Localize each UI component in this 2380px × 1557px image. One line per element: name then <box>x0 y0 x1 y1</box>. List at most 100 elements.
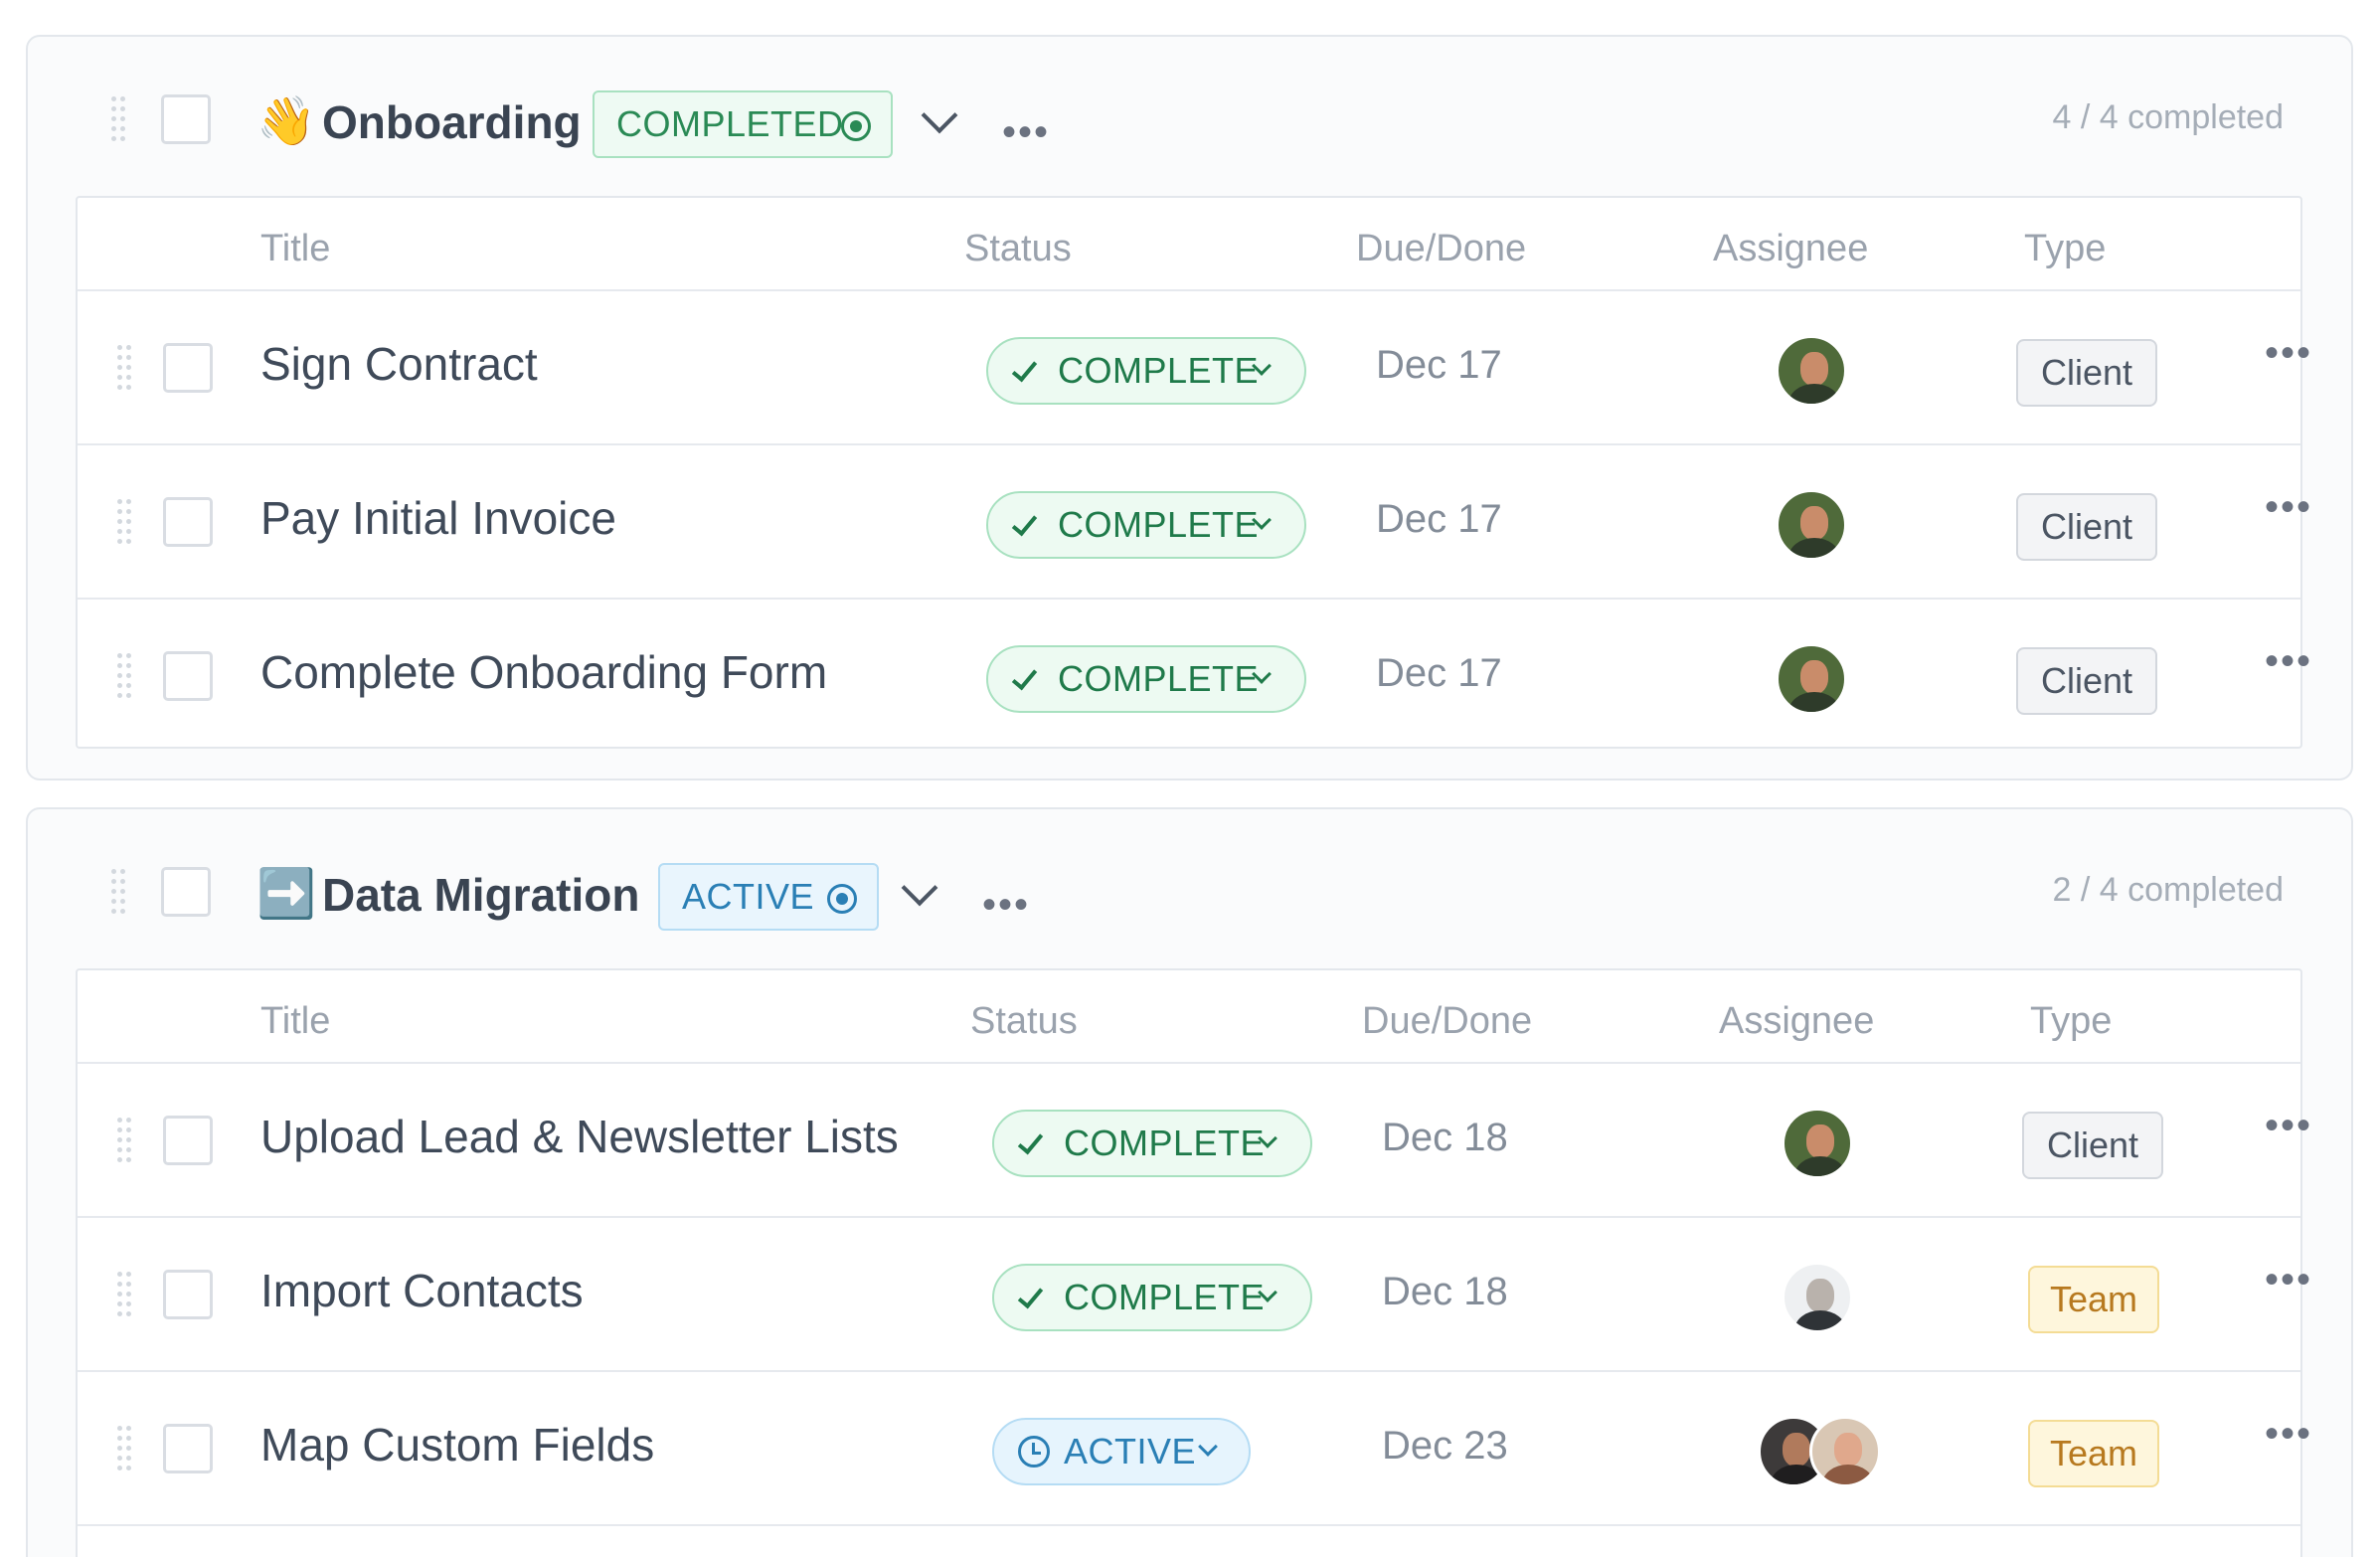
drag-handle-icon[interactable] <box>117 653 137 699</box>
type-badge: Client <box>2016 493 2157 561</box>
column-assignee: Assignee <box>1713 228 1869 269</box>
check-icon <box>1011 509 1038 537</box>
status-label: COMPLETE <box>1064 1277 1266 1317</box>
row-checkbox[interactable] <box>163 497 213 547</box>
radio-dot-icon <box>827 884 857 914</box>
group-more-icon[interactable]: ••• <box>982 885 1030 925</box>
waving-hand-icon: 👋 <box>256 93 316 149</box>
right-arrow-icon: ➡️ <box>256 866 316 922</box>
row-more-icon[interactable]: ••• <box>2265 641 2312 681</box>
row-checkbox[interactable] <box>163 1424 213 1473</box>
assignee-avatar[interactable] <box>1776 643 1847 715</box>
chevron-down-icon <box>1198 1437 1218 1457</box>
task-title[interactable]: Upload Lead & Newsletter Lists <box>260 1110 899 1163</box>
row-more-icon[interactable]: ••• <box>2265 1106 2312 1145</box>
table-row[interactable]: Upload Lead & Newsletter Lists COMPLETE … <box>78 1064 2310 1218</box>
drag-handle-icon[interactable] <box>111 869 131 915</box>
due-date: Dec 18 <box>1382 1116 1508 1159</box>
task-title[interactable]: Complete Onboarding Form <box>260 645 827 699</box>
drag-handle-icon[interactable] <box>117 1118 137 1163</box>
column-title: Title <box>260 1000 331 1042</box>
column-type: Type <box>2030 1000 2113 1042</box>
status-label: COMPLETE <box>1058 504 1260 545</box>
check-icon <box>1017 1282 1044 1309</box>
row-more-icon[interactable]: ••• <box>2265 487 2312 527</box>
column-type: Type <box>2024 228 2107 269</box>
status-dropdown[interactable]: COMPLETE <box>992 1110 1312 1177</box>
drag-handle-icon[interactable] <box>111 96 131 142</box>
status-dropdown[interactable]: COMPLETE <box>986 645 1306 713</box>
row-checkbox[interactable] <box>163 1270 213 1319</box>
due-date: Dec 18 <box>1382 1270 1508 1313</box>
task-title[interactable]: Sign Contract <box>260 337 538 391</box>
table-row[interactable]: Pay Initial Invoice COMPLETE Dec 17 Clie… <box>78 445 2310 600</box>
due-date: Dec 17 <box>1376 497 1502 541</box>
task-title[interactable]: Map Custom Fields <box>260 1418 654 1471</box>
assignee-avatar[interactable] <box>1809 1416 1881 1487</box>
radio-dot-icon <box>841 111 871 141</box>
status-dropdown[interactable]: COMPLETE <box>992 1264 1312 1331</box>
task-title[interactable]: Import Contacts <box>260 1264 584 1317</box>
status-dropdown[interactable]: ACTIVE <box>992 1418 1251 1485</box>
collapse-chevron-icon[interactable] <box>921 96 958 134</box>
column-status: Status <box>970 1000 1078 1042</box>
group-checkbox[interactable] <box>161 94 211 144</box>
type-badge: Client <box>2016 647 2157 715</box>
check-icon <box>1017 1127 1044 1155</box>
task-table: Title Status Due/Done Assignee Type Sign… <box>76 196 2310 749</box>
column-due: Due/Done <box>1362 1000 1533 1042</box>
table-row[interactable]: Complete Onboarding Form COMPLETE Dec 17… <box>78 600 2310 754</box>
row-more-icon[interactable]: ••• <box>2265 333 2312 373</box>
column-due: Due/Done <box>1356 228 1527 269</box>
status-dropdown[interactable]: COMPLETE <box>986 491 1306 559</box>
row-checkbox[interactable] <box>163 1116 213 1165</box>
status-label: COMPLETE <box>1058 350 1260 391</box>
due-date: Dec 17 <box>1376 651 1502 695</box>
group-state-label: COMPLETED <box>616 103 844 144</box>
table-row[interactable]: Import Contacts COMPLETE Dec 18 Team ••• <box>78 1218 2310 1372</box>
type-badge: Team <box>2028 1266 2159 1333</box>
table-row[interactable]: Sign Contract COMPLETE Dec 17 Client ••• <box>78 291 2310 445</box>
clock-icon <box>1018 1436 1050 1468</box>
row-checkbox[interactable] <box>163 343 213 393</box>
due-date: Dec 17 <box>1376 343 1502 387</box>
assignee-avatar[interactable] <box>1782 1108 1853 1179</box>
row-checkbox[interactable] <box>163 651 213 701</box>
column-status: Status <box>964 228 1072 269</box>
row-more-icon[interactable]: ••• <box>2265 1414 2312 1454</box>
assignee-avatar[interactable] <box>1776 335 1847 407</box>
row-more-icon[interactable]: ••• <box>2265 1260 2312 1299</box>
table-row[interactable]: Map Custom Fields ACTIVE Dec 23 Team ••• <box>78 1372 2310 1526</box>
status-label: COMPLETE <box>1064 1123 1266 1163</box>
group-progress: 4 / 4 completed <box>2052 98 2284 136</box>
table-header: Title Status Due/Done Assignee Type <box>78 970 2300 1064</box>
task-title[interactable]: Pay Initial Invoice <box>260 491 616 545</box>
collapse-chevron-icon[interactable] <box>901 869 938 907</box>
group-state-label: ACTIVE <box>682 876 815 917</box>
due-date: Dec 23 <box>1382 1424 1508 1468</box>
drag-handle-icon[interactable] <box>117 1426 137 1471</box>
status-label: ACTIVE <box>1064 1431 1197 1471</box>
type-badge: Client <box>2016 339 2157 407</box>
assignee-avatar[interactable] <box>1782 1262 1853 1333</box>
status-label: COMPLETE <box>1058 658 1260 699</box>
task-group-data-migration: ➡️ Data Migration ACTIVE ••• 2 / 4 compl… <box>26 807 2353 1557</box>
group-header: 👋 Onboarding COMPLETED ••• 4 / 4 complet… <box>28 37 2351 196</box>
drag-handle-icon[interactable] <box>117 1272 137 1317</box>
group-state-badge[interactable]: COMPLETED <box>593 90 893 158</box>
status-dropdown[interactable]: COMPLETE <box>986 337 1306 405</box>
assignee-avatar[interactable] <box>1776 489 1847 561</box>
group-more-icon[interactable]: ••• <box>1002 112 1050 152</box>
table-header: Title Status Due/Done Assignee Type <box>78 198 2300 291</box>
group-state-badge[interactable]: ACTIVE <box>658 863 879 931</box>
group-title: Onboarding <box>322 96 582 148</box>
task-group-onboarding: 👋 Onboarding COMPLETED ••• 4 / 4 complet… <box>26 35 2353 780</box>
drag-handle-icon[interactable] <box>117 499 137 545</box>
drag-handle-icon[interactable] <box>117 345 137 391</box>
check-icon <box>1011 663 1038 691</box>
group-checkbox[interactable] <box>161 867 211 917</box>
check-icon <box>1011 355 1038 383</box>
type-badge: Team <box>2028 1420 2159 1487</box>
column-title: Title <box>260 228 331 269</box>
column-assignee: Assignee <box>1719 1000 1875 1042</box>
